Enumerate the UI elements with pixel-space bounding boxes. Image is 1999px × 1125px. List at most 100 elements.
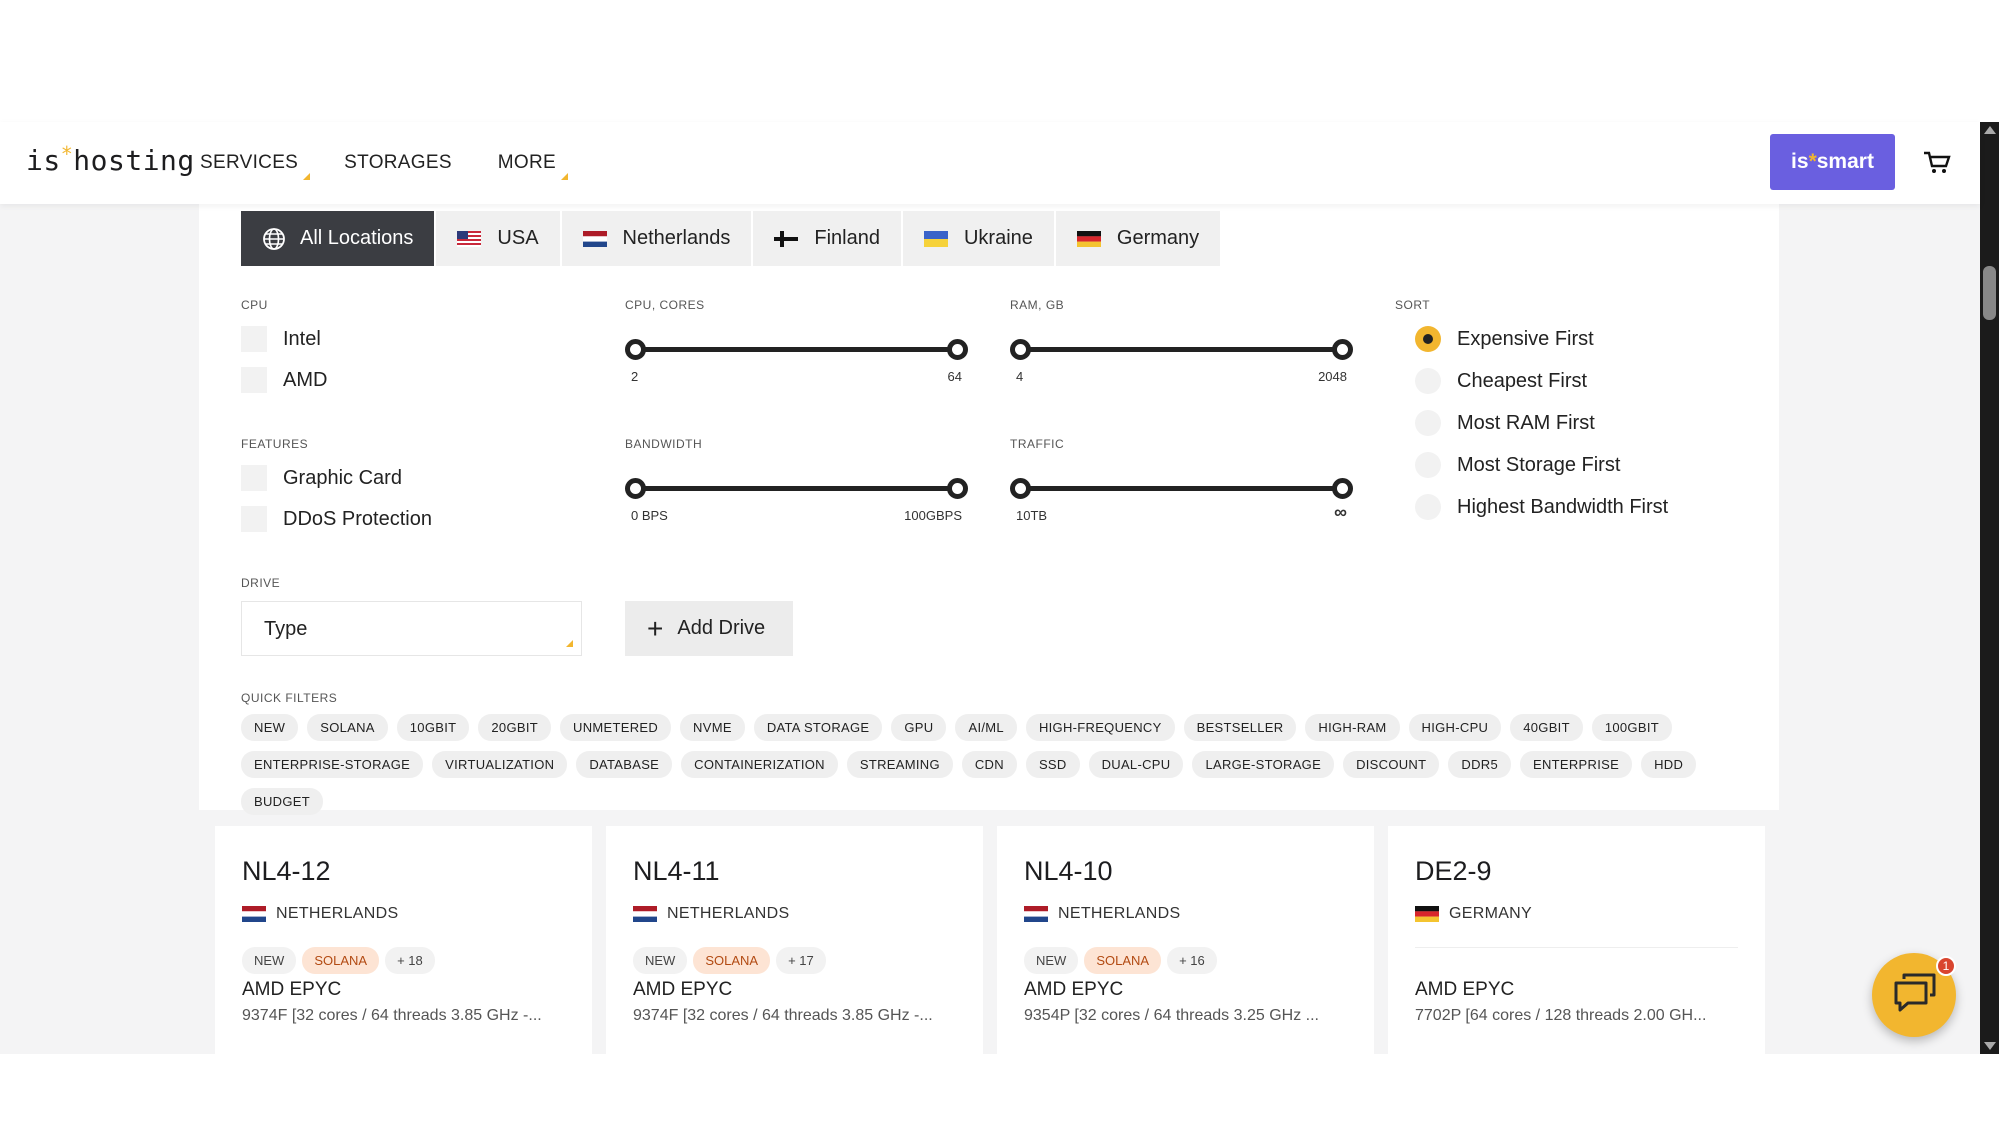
quick-filter-chip[interactable]: GPU — [891, 714, 947, 741]
quick-filter-chip[interactable]: NVME — [680, 714, 745, 741]
quick-filter-chip[interactable]: AI/ML — [955, 714, 1017, 741]
quick-filter-chip[interactable]: 10GBIT — [396, 714, 470, 741]
sort-expensive-first[interactable]: Expensive First — [1415, 326, 1594, 352]
quick-filter-chip[interactable]: ENTERPRISE-STORAGE — [241, 751, 424, 778]
server-card[interactable]: NL4-11 NETHERLANDS NEW SOLANA + 17 AMD EPYC 93… — [606, 826, 983, 1054]
quick-filter-chip[interactable]: NEW — [241, 714, 299, 741]
server-card[interactable]: DE2-9 GERMANY AMD EPYC 7702P [64 cores / 12… — [1388, 826, 1765, 1054]
sort-cheapest-first[interactable]: Cheapest First — [1415, 368, 1587, 394]
quick-filter-chip[interactable]: STREAMING — [846, 751, 953, 778]
nav-storages[interactable]: STORAGES — [344, 152, 452, 174]
issmart-button[interactable]: is * smart — [1770, 134, 1895, 190]
scroll-thumb[interactable] — [1983, 266, 1996, 320]
quick-filter-chip[interactable]: SSD — [1025, 751, 1080, 778]
card-tag[interactable]: SOLANA — [1084, 947, 1162, 974]
radio[interactable] — [1415, 368, 1441, 394]
card-country: NETHERLANDS — [1058, 905, 1181, 922]
card-tag[interactable]: SOLANA — [302, 947, 380, 974]
drive-type-select[interactable]: Type — [241, 601, 582, 656]
ram-slider[interactable]: 4 2048 — [1010, 335, 1353, 384]
tab-usa[interactable]: USA — [436, 211, 560, 266]
feature-graphic-card-checkbox[interactable]: Graphic Card — [241, 465, 402, 491]
quick-filter-chip[interactable]: DISCOUNT — [1343, 751, 1440, 778]
quick-filter-chip[interactable]: DUAL-CPU — [1088, 751, 1184, 778]
tab-germany[interactable]: Germany — [1055, 211, 1221, 266]
checkbox-box[interactable] — [241, 326, 267, 352]
sort-most-ram-first[interactable]: Most RAM First — [1415, 410, 1595, 436]
checkbox-box[interactable] — [241, 465, 267, 491]
radio[interactable] — [1415, 410, 1441, 436]
bandwidth-slider[interactable]: 0 BPS 100GBPS — [625, 474, 968, 523]
quick-filter-chip[interactable]: CONTAINERIZATION — [681, 751, 838, 778]
card-tag[interactable]: + 16 — [1167, 947, 1217, 974]
vertical-scrollbar[interactable] — [1980, 122, 1999, 1054]
dropdown-corner-icon — [566, 640, 573, 647]
nav-more[interactable]: MORE — [498, 152, 568, 180]
cpu-cores-slider[interactable]: 2 64 — [625, 335, 968, 384]
cpu-amd-checkbox[interactable]: AMD — [241, 367, 327, 393]
slider-max-handle[interactable] — [1332, 339, 1353, 360]
radio[interactable] — [1415, 494, 1441, 520]
slider-max-handle[interactable] — [1332, 478, 1353, 499]
select-value: Type — [264, 618, 308, 640]
quick-filter-chip[interactable]: UNMETERED — [560, 714, 672, 741]
checkbox-box[interactable] — [241, 367, 267, 393]
germany-flag-icon — [1415, 906, 1439, 922]
slider-min-handle[interactable] — [625, 339, 646, 360]
card-tag[interactable]: + 17 — [776, 947, 826, 974]
quick-filter-chip[interactable]: BUDGET — [241, 788, 323, 815]
add-drive-button[interactable]: + Add Drive — [625, 601, 793, 656]
slider-track[interactable] — [1020, 347, 1343, 352]
slider-track[interactable] — [1020, 486, 1343, 491]
checkbox-box[interactable] — [241, 506, 267, 532]
feature-ddos-checkbox[interactable]: DDoS Protection — [241, 506, 432, 532]
ishosting-logo[interactable]: is*hosting — [26, 142, 195, 177]
sort-highest-bandwidth-first[interactable]: Highest Bandwidth First — [1415, 494, 1668, 520]
quick-filter-chip[interactable]: 20GBIT — [478, 714, 551, 741]
tab-netherlands[interactable]: Netherlands — [561, 211, 752, 266]
sort-most-storage-first[interactable]: Most Storage First — [1415, 452, 1620, 478]
nav-services[interactable]: SERVICES — [200, 152, 311, 180]
quick-filter-chip[interactable]: ENTERPRISE — [1519, 751, 1633, 778]
cart-icon[interactable] — [1922, 150, 1952, 176]
tab-all-locations[interactable]: All Locations — [241, 211, 435, 266]
quick-filter-chip[interactable]: DDR5 — [1448, 751, 1511, 778]
radio-selected[interactable] — [1415, 326, 1441, 352]
tab-ukraine[interactable]: Ukraine — [902, 211, 1054, 266]
slider-max-handle[interactable] — [947, 478, 968, 499]
slider-min-handle[interactable] — [1010, 478, 1031, 499]
traffic-slider[interactable]: 10TB ∞ — [1010, 474, 1353, 523]
tab-finland[interactable]: Finland — [753, 211, 901, 266]
server-card[interactable]: NL4-10 NETHERLANDS NEW SOLANA + 16 AMD EPYC 93… — [997, 826, 1374, 1054]
slider-min-handle[interactable] — [625, 478, 646, 499]
card-tag[interactable]: NEW — [242, 947, 297, 974]
scroll-down-arrow-icon[interactable] — [1984, 1042, 1996, 1050]
slider-min-value: 2 — [631, 369, 639, 384]
quick-filter-chip[interactable]: DATA STORAGE — [753, 714, 883, 741]
card-tag[interactable]: SOLANA — [693, 947, 771, 974]
card-tag[interactable]: + 18 — [385, 947, 435, 974]
card-tag[interactable]: NEW — [1024, 947, 1079, 974]
scroll-up-arrow-icon[interactable] — [1984, 126, 1996, 134]
quick-filter-chip[interactable]: VIRTUALIZATION — [432, 751, 568, 778]
quick-filter-chip[interactable]: LARGE-STORAGE — [1192, 751, 1335, 778]
slider-track[interactable] — [635, 347, 958, 352]
quick-filter-chip[interactable]: 40GBIT — [1510, 714, 1583, 741]
quick-filter-chip[interactable]: SOLANA — [307, 714, 388, 741]
server-card[interactable]: NL4-12 NETHERLANDS NEW SOLANA + 18 AMD EPYC 93… — [215, 826, 592, 1054]
slider-max-handle[interactable] — [947, 339, 968, 360]
checkbox-label: AMD — [283, 368, 328, 391]
quick-filter-chip[interactable]: HIGH-CPU — [1408, 714, 1502, 741]
card-tag[interactable]: NEW — [633, 947, 688, 974]
quick-filter-chip[interactable]: CDN — [961, 751, 1017, 778]
quick-filter-chip[interactable]: HIGH-FREQUENCY — [1025, 714, 1175, 741]
quick-filter-chip[interactable]: HDD — [1641, 751, 1697, 778]
slider-track[interactable] — [635, 486, 958, 491]
radio[interactable] — [1415, 452, 1441, 478]
slider-min-handle[interactable] — [1010, 339, 1031, 360]
quick-filter-chip[interactable]: HIGH-RAM — [1305, 714, 1400, 741]
cpu-intel-checkbox[interactable]: Intel — [241, 326, 321, 352]
quick-filter-chip[interactable]: BESTSELLER — [1183, 714, 1297, 741]
quick-filter-chip[interactable]: DATABASE — [576, 751, 673, 778]
quick-filter-chip[interactable]: 100GBIT — [1591, 714, 1672, 741]
